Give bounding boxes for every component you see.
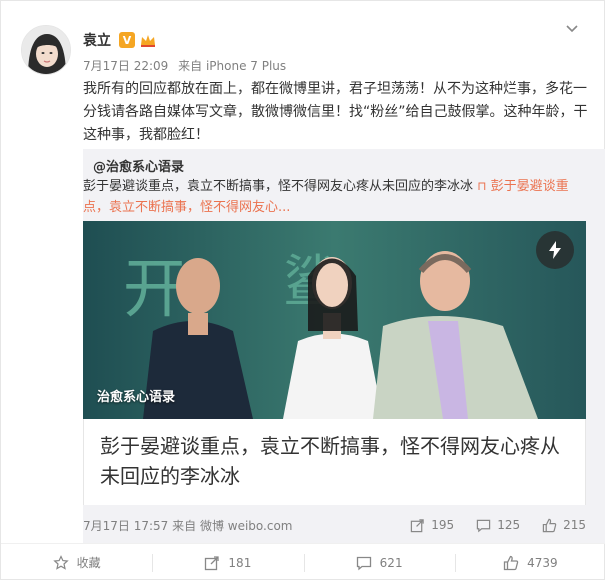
thumbs-up-icon [542, 518, 557, 532]
like-count: 4739 [527, 555, 558, 570]
avatar[interactable] [21, 25, 71, 75]
repost-comment-count[interactable]: 125 [476, 518, 520, 533]
weibo-post-card: 袁立 V 7月17日 22:09 来自 iPhone 7 Plus 我所有的回应… [0, 0, 605, 580]
post-time[interactable]: 7月17日 22:09 [83, 59, 168, 73]
article-thumbnail[interactable]: 开 鲨 治愈系心语录 [83, 221, 586, 419]
link-icon: ⊓ [477, 179, 487, 193]
repost-source: 来自 微博 weibo.com [172, 518, 293, 533]
share-icon [411, 518, 425, 532]
comment-icon [476, 519, 491, 532]
repost-footer: 7月17日 17:57 来自 微博 weibo.com 195 125 215 [83, 513, 586, 537]
post-text: 我所有的回应都放在面上，都在微博里讲，君子坦荡荡！从不为这种烂事，多花一分钱请各… [83, 81, 588, 143]
comment-count: 621 [379, 555, 403, 570]
repost-time[interactable]: 7月17日 17:57 [83, 519, 168, 533]
lightning-icon[interactable] [536, 231, 574, 269]
media-watermark: 治愈系心语录 [97, 390, 176, 405]
action-bar: 收藏 181 621 4739 [1, 543, 605, 580]
share-icon [205, 555, 220, 570]
chevron-down-icon[interactable] [560, 17, 584, 41]
favorite-button[interactable]: 收藏 [1, 544, 152, 580]
user-name[interactable]: 袁立 [83, 30, 111, 50]
repost-repost-count[interactable]: 195 [410, 518, 454, 533]
repost-author[interactable]: @治愈系心语录 [93, 156, 184, 175]
comment-icon [356, 556, 371, 570]
article-title[interactable]: 彭于晏避谈重点，袁立不断搞事，怪不得网友心疼从未回应的李冰冰 [83, 419, 586, 505]
post-meta: 7月17日 22:09 来自 iPhone 7 Plus [83, 57, 292, 74]
repost-text: 彭于晏避谈重点，袁立不断搞事，怪不得网友心疼从未回应的李冰冰 ⊓ 彭于晏避谈重点… [83, 176, 588, 218]
repost-count: 181 [228, 555, 252, 570]
comment-button[interactable]: 621 [303, 544, 455, 580]
like-button[interactable]: 4739 [454, 544, 605, 580]
repost-block: @治愈系心语录 彭于晏避谈重点，袁立不断搞事，怪不得网友心疼从未回应的李冰冰 ⊓… [83, 149, 605, 543]
repost-like-count[interactable]: 215 [542, 518, 586, 533]
verified-badge-icon[interactable]: V [119, 32, 135, 48]
repost-button[interactable]: 181 [152, 544, 303, 580]
post-source: 来自 iPhone 7 Plus [178, 59, 287, 73]
favorite-label: 收藏 [76, 556, 101, 570]
star-icon [52, 554, 69, 570]
post-header: 袁立 V 7月17日 22:09 来自 iPhone 7 Plus [83, 29, 292, 74]
thumbs-up-icon [503, 555, 519, 570]
repost-body: 彭于晏避谈重点，袁立不断搞事，怪不得网友心疼从未回应的李冰冰 [83, 179, 474, 194]
repost-meta: 7月17日 17:57 来自 微博 weibo.com [83, 517, 388, 534]
member-crown-icon[interactable] [139, 32, 157, 48]
